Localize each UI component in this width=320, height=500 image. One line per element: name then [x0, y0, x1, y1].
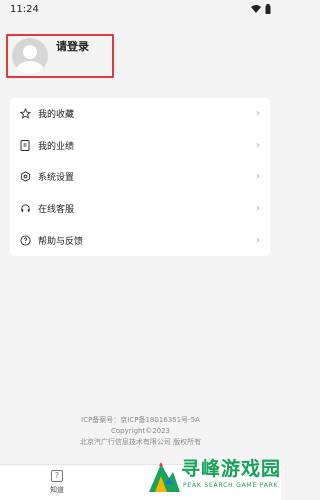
menu-item-help-feedback[interactable]: 帮助与反馈 ›: [10, 224, 270, 256]
menu-item-label: 我的业绩: [38, 141, 75, 152]
icp-number[interactable]: ICP备案号：京ICP备18016351号-5A: [0, 415, 281, 426]
question-icon: ?: [51, 470, 63, 482]
chevron-right-icon: ›: [256, 108, 260, 120]
mountain-logo-icon: [147, 454, 181, 498]
headset-icon: [19, 203, 31, 215]
watermark: 寻峰游戏园 PEAK SEARCH GAME PARK: [147, 452, 282, 498]
avatar[interactable]: [12, 38, 48, 74]
menu-item-customer-service[interactable]: 在线客服 ›: [10, 193, 270, 225]
star-icon: [19, 108, 31, 120]
watermark-text: 寻峰游戏园: [181, 458, 282, 480]
status-bar: 11:24: [0, 0, 281, 18]
tab-label: 知道: [50, 486, 64, 494]
document-icon: [19, 139, 31, 151]
menu-item-label: 系统设置: [38, 173, 75, 184]
login-label[interactable]: 请登录: [56, 38, 89, 54]
wifi-icon: [251, 5, 261, 13]
status-icons: [251, 4, 271, 14]
menu-item-label: 帮助与反馈: [38, 236, 84, 247]
menu-item-settings[interactable]: 系统设置 ›: [10, 161, 270, 193]
chevron-right-icon: ›: [256, 234, 260, 246]
footer: ICP备案号：京ICP备18016351号-5A Copyright©2023 …: [0, 415, 281, 448]
menu-item-favorites[interactable]: 我的收藏 ›: [10, 98, 270, 130]
menu-item-label: 在线客服: [38, 205, 75, 216]
chevron-right-icon: ›: [256, 171, 260, 183]
menu-card: 我的收藏 › 我的业绩 › 系统设置 › 在线客服 › 帮助与反馈 ›: [10, 98, 270, 256]
settings-icon: [19, 171, 31, 183]
menu-item-performance[interactable]: 我的业绩 ›: [10, 130, 270, 162]
status-time: 11:24: [10, 3, 39, 15]
watermark-subtext: PEAK SEARCH GAME PARK: [183, 482, 279, 489]
login-profile-area[interactable]: 请登录: [6, 34, 114, 78]
tab-know[interactable]: ? 知道: [44, 470, 70, 495]
company-name: 北京汽广行信息技术有限公司 版权所有: [79, 438, 202, 446]
help-icon: [19, 234, 31, 246]
copyright: Copyright©2023: [110, 427, 171, 435]
chevron-right-icon: ›: [256, 139, 260, 151]
battery-icon: [265, 4, 271, 14]
chevron-right-icon: ›: [256, 203, 260, 215]
menu-item-label: 我的收藏: [38, 110, 75, 121]
